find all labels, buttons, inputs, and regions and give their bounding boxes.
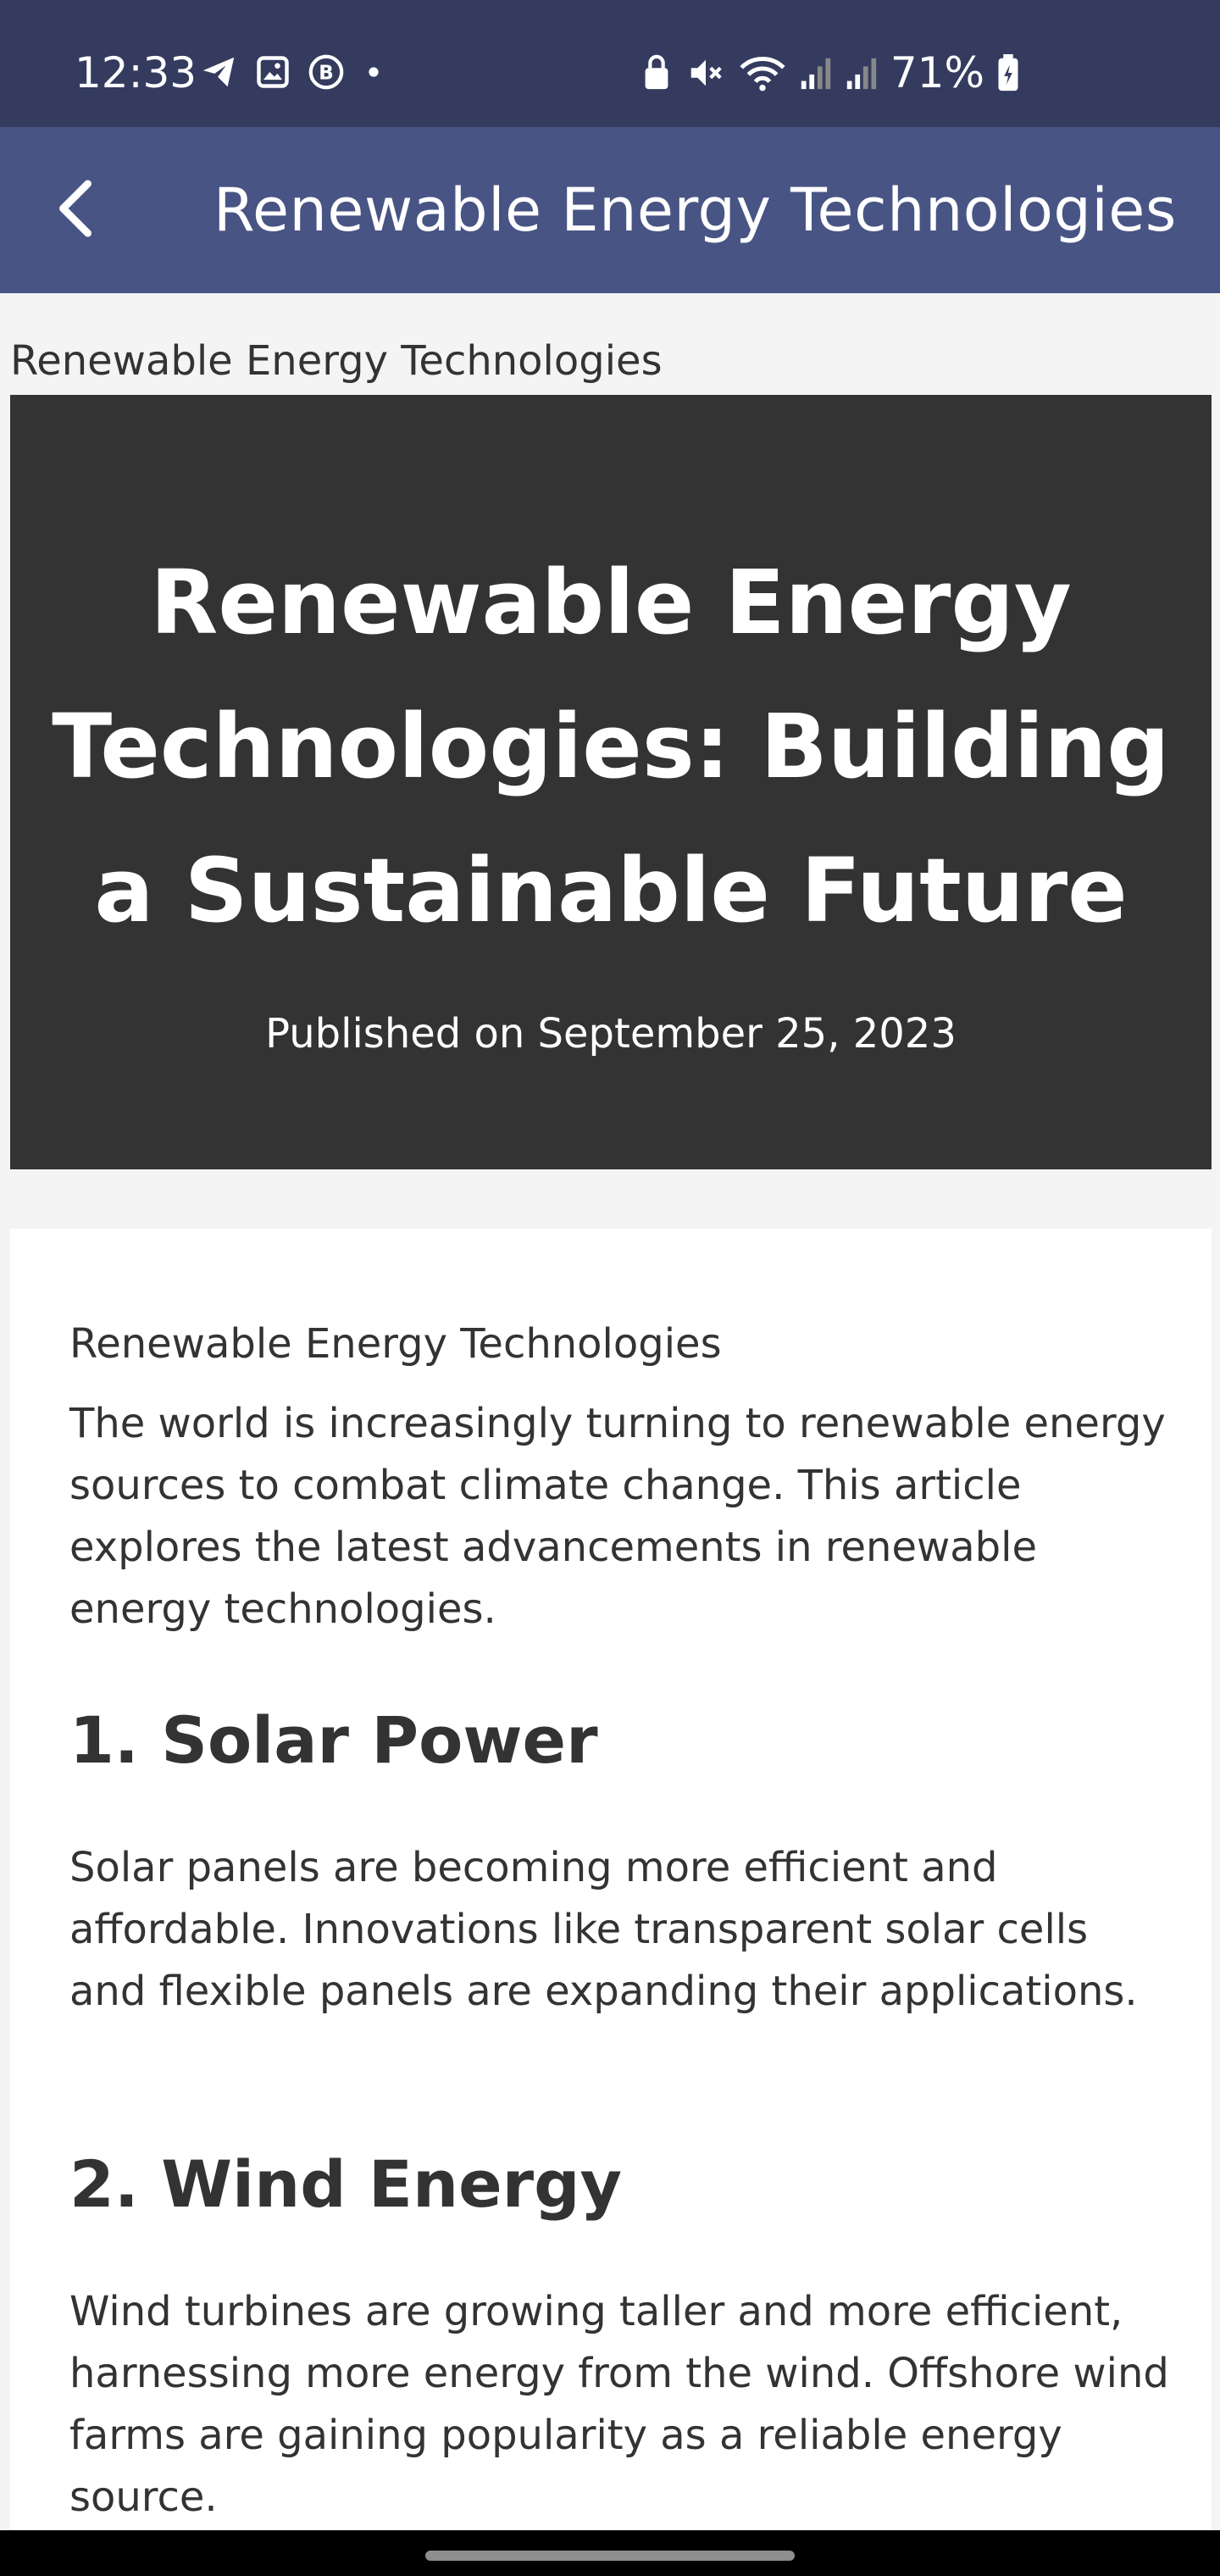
wifi-icon bbox=[738, 53, 787, 92]
status-time: 12:33 bbox=[75, 48, 197, 97]
publish-date: Published on September 25, 2023 bbox=[265, 1010, 957, 1058]
telegram-icon bbox=[200, 53, 239, 95]
lock-icon bbox=[640, 53, 674, 92]
chevron-left-icon bbox=[51, 179, 102, 242]
app-bar: Renewable Energy Technologies bbox=[0, 127, 1220, 293]
status-system-icons: 71% bbox=[640, 47, 1020, 98]
article-body: Renewable Energy Technologies The world … bbox=[10, 1229, 1212, 2532]
battery-percent: 71% bbox=[890, 48, 984, 97]
home-indicator[interactable] bbox=[425, 2551, 795, 2561]
signal-icon bbox=[799, 55, 833, 91]
status-bar: 12:33 B 71% bbox=[0, 0, 1220, 127]
signal-icon bbox=[845, 55, 879, 91]
status-notification-icons: B bbox=[200, 53, 386, 95]
article-intro: The world is increasingly turning to ren… bbox=[69, 1400, 1166, 1633]
battery-icon bbox=[996, 53, 1020, 92]
section-body-wind: Wind turbines are growing taller and mor… bbox=[69, 2288, 1169, 2521]
section-body-solar: Solar panels are becoming more efficient… bbox=[69, 1844, 1138, 2015]
mute-icon bbox=[685, 53, 726, 92]
article-label: Renewable Energy Technologies bbox=[69, 1320, 722, 1368]
back-button[interactable] bbox=[34, 168, 119, 253]
section-heading-solar: 1. Solar Power bbox=[69, 1702, 598, 1778]
page-title: Renewable Energy Technologies bbox=[214, 175, 1177, 245]
b-icon: B bbox=[307, 53, 346, 95]
gallery-icon bbox=[254, 53, 291, 94]
hero-title: Renewable Energy Technologies: Building … bbox=[52, 551, 1170, 942]
breadcrumb: Renewable Energy Technologies bbox=[10, 337, 663, 385]
svg-text:B: B bbox=[319, 63, 334, 85]
section-heading-wind: 2. Wind Energy bbox=[69, 2146, 623, 2222]
hero-banner: Renewable Energy Technologies: Building … bbox=[10, 395, 1212, 1169]
navigation-bar bbox=[0, 2530, 1220, 2576]
dot-icon bbox=[361, 59, 386, 88]
